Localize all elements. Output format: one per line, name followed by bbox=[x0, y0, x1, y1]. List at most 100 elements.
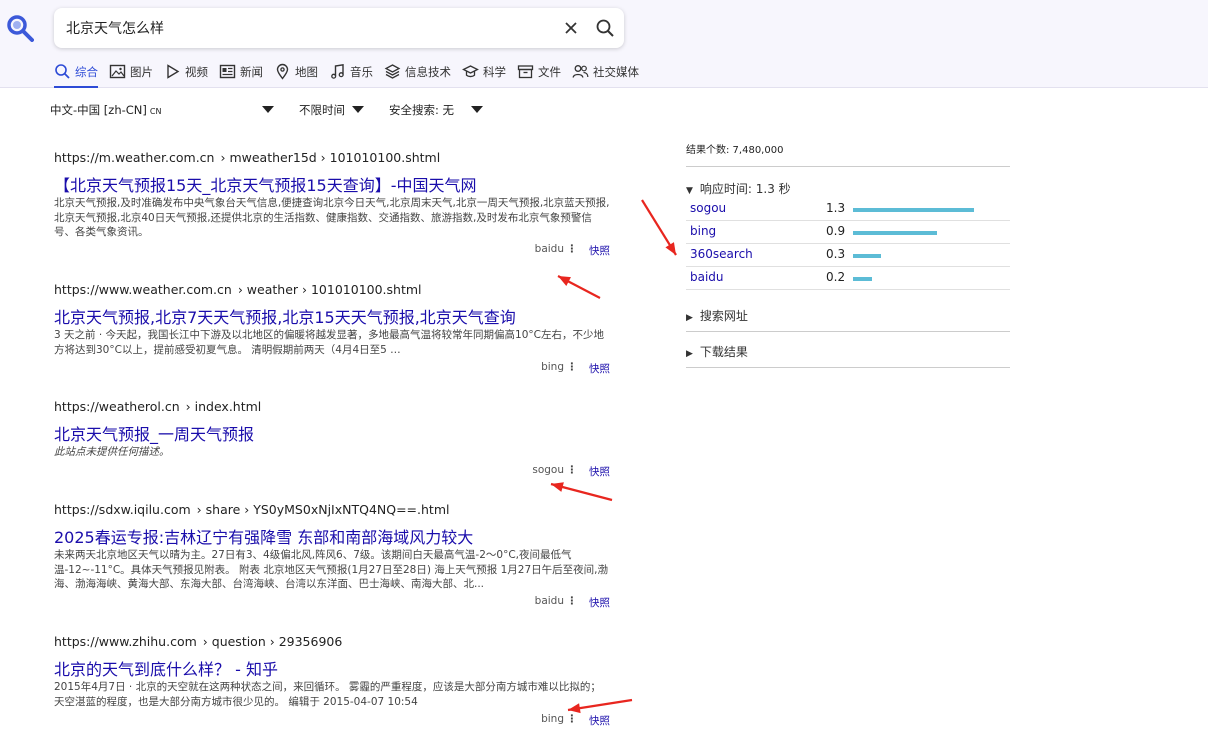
search-icon[interactable] bbox=[595, 18, 615, 38]
engine-times-table: sogou 1.3 bing 0.9 360search 0.3 baidu 0.2 bbox=[686, 198, 1010, 290]
search-result: https://m.weather.com.cn › mweather15d › … bbox=[54, 150, 610, 259]
engine-time-bar bbox=[853, 254, 881, 258]
result-count: 结果个数: 7,480,000 bbox=[686, 138, 1010, 167]
time-label: 不限时间 bbox=[299, 103, 345, 117]
tab-5[interactable]: 地图 bbox=[274, 63, 318, 88]
search-input[interactable] bbox=[66, 8, 546, 48]
result-title-link[interactable]: 北京的天气到底什么样？ - 知乎 bbox=[54, 656, 610, 680]
cached-link[interactable]: 快照 bbox=[589, 243, 610, 258]
image-icon bbox=[109, 64, 126, 79]
result-title-link[interactable]: 【北京天气预报15天_北京天气预报15天查询】-中国天气网 bbox=[54, 172, 610, 196]
layers-icon bbox=[384, 64, 401, 79]
cached-link[interactable]: 快照 bbox=[589, 595, 610, 610]
tab-label: 科学 bbox=[483, 65, 506, 79]
play-icon bbox=[167, 64, 180, 79]
result-engine: bing bbox=[541, 713, 564, 725]
tab-7[interactable]: 信息技术 bbox=[384, 64, 451, 88]
result-url[interactable]: https://www.weather.com.cn › weather › 10… bbox=[54, 282, 610, 300]
tab-label: 综合 bbox=[75, 65, 98, 79]
result-url[interactable]: https://weatherol.cn › index.html bbox=[54, 399, 610, 417]
sidebar: 结果个数: 7,480,000 ▼ 响应时间: 1.3 秒 sogou 1.3 bin… bbox=[686, 138, 1010, 368]
result-url[interactable]: https://sdxw.iqilu.com › share › YS0yMS0x… bbox=[54, 502, 610, 520]
result-host: https://www.zhihu.com bbox=[54, 634, 197, 649]
result-title-link[interactable]: 2025春运专报:吉林辽宁有强降雪 东部和南部海域风力较大 bbox=[54, 524, 610, 548]
tab-9[interactable]: 文件 bbox=[517, 64, 561, 88]
time-chevron-down-icon[interactable] bbox=[352, 106, 364, 113]
result-snippet: 2015年4月7日 · 北京的天空就在这两种状态之间，来回循环。 雾霾的严重程度… bbox=[54, 681, 601, 708]
tab-3[interactable]: 视频 bbox=[164, 64, 208, 88]
people-icon bbox=[572, 65, 589, 78]
search-result: https://sdxw.iqilu.com › share › YS0yMS0x… bbox=[54, 502, 610, 611]
cached-link[interactable]: 快照 bbox=[589, 361, 610, 376]
triangle-down-icon: ▼ bbox=[686, 186, 693, 196]
response-time-label: 响应时间: 1.3 秒 bbox=[699, 182, 791, 196]
result-url[interactable]: https://www.zhihu.com › question › 293569… bbox=[54, 634, 610, 652]
clear-icon[interactable] bbox=[562, 19, 580, 37]
language-label: 中文-中国 [zh-CN] bbox=[50, 103, 147, 117]
more-vertical-icon[interactable]: ⋮ bbox=[567, 464, 578, 476]
engine-row: 360search 0.3 bbox=[686, 244, 1010, 267]
engine-name[interactable]: 360search bbox=[690, 247, 753, 261]
tab-2[interactable]: 图片 bbox=[109, 64, 153, 88]
tab-label: 社交媒体 bbox=[593, 65, 639, 79]
engine-time-bar bbox=[853, 277, 872, 281]
tab-label: 视频 bbox=[185, 65, 208, 79]
result-title-link[interactable]: 北京天气预报,北京7天天气预报,北京15天天气预报,北京天气查询 bbox=[54, 304, 610, 328]
tab-label: 文件 bbox=[538, 65, 561, 79]
safe-search-chevron-down-icon[interactable] bbox=[471, 106, 483, 113]
result-meta: bing ⋮ 快照 bbox=[470, 713, 610, 727]
music-icon bbox=[331, 63, 344, 79]
engine-row: bing 0.9 bbox=[686, 221, 1010, 244]
tab-label: 地图 bbox=[295, 65, 318, 79]
engine-time-bar bbox=[853, 231, 937, 235]
divider bbox=[686, 367, 1010, 368]
result-meta: baidu ⋮ 快照 bbox=[470, 595, 610, 609]
logo-search-icon[interactable] bbox=[6, 14, 34, 42]
result-url[interactable]: https://m.weather.com.cn › mweather15d › … bbox=[54, 150, 610, 168]
search-result: https://www.zhihu.com › question › 293569… bbox=[54, 634, 610, 729]
tab-6[interactable]: 音乐 bbox=[329, 63, 373, 88]
safe-search-select[interactable]: 安全搜索: 无 bbox=[389, 102, 454, 122]
download-toggle[interactable]: ▶ 下载结果 bbox=[686, 343, 1010, 367]
result-host: https://sdxw.iqilu.com bbox=[54, 502, 191, 517]
result-engine: baidu bbox=[534, 595, 564, 607]
result-title-link[interactable]: 北京天气预报_一周天气预报 bbox=[54, 421, 610, 445]
result-snippet: 未来两天北京地区天气以晴为主。27日有3、4级偏北风,阵风6、7级。该期间白天最… bbox=[54, 549, 609, 591]
result-path: › weather › 101010100.shtml bbox=[237, 282, 422, 297]
engine-name[interactable]: baidu bbox=[690, 270, 724, 284]
result-engine: sogou bbox=[532, 464, 564, 476]
tab-8[interactable]: 科学 bbox=[462, 64, 506, 88]
search-url-toggle[interactable]: ▶ 搜索网址 bbox=[686, 307, 1010, 331]
engine-time: 0.9 bbox=[826, 224, 846, 238]
cached-link[interactable]: 快照 bbox=[589, 713, 610, 728]
result-path: › mweather15d › 101010100.shtml bbox=[220, 150, 441, 165]
tab-10[interactable]: 社交媒体 bbox=[572, 64, 639, 88]
result-meta: sogou ⋮ 快照 bbox=[470, 464, 610, 478]
result-snippet: 3 天之前 · 今天起，我国长江中下游及以北地区的偏暖将越发显著，多地最高气温将… bbox=[54, 329, 604, 356]
more-vertical-icon[interactable]: ⋮ bbox=[567, 713, 578, 725]
tab-4[interactable]: 新闻 bbox=[219, 64, 263, 88]
language-select[interactable]: 中文-中国 [zh-CN] CN bbox=[50, 102, 161, 122]
search-result: https://weatherol.cn › index.html 北京天气预报_一… bbox=[54, 399, 610, 480]
download-label: 下载结果 bbox=[699, 345, 748, 359]
more-vertical-icon[interactable]: ⋮ bbox=[567, 243, 578, 255]
cached-link[interactable]: 快照 bbox=[589, 464, 610, 479]
response-time-toggle[interactable]: ▼ 响应时间: 1.3 秒 bbox=[686, 180, 1010, 196]
divider bbox=[686, 331, 1010, 332]
category-tabs: 综合 图片 视频 新闻 地图 音乐 信息技术 科学 文件 社交媒体 bbox=[54, 63, 650, 88]
search-icon bbox=[55, 64, 70, 79]
time-select[interactable]: 不限时间 bbox=[299, 102, 345, 122]
search-box bbox=[54, 8, 624, 48]
result-meta: baidu ⋮ 快照 bbox=[470, 243, 610, 257]
more-vertical-icon[interactable]: ⋮ bbox=[567, 361, 578, 373]
language-chevron-down-icon[interactable] bbox=[262, 106, 274, 113]
engine-name[interactable]: sogou bbox=[690, 201, 726, 215]
language-code: CN bbox=[149, 107, 162, 116]
more-vertical-icon[interactable]: ⋮ bbox=[567, 595, 578, 607]
engine-row: baidu 0.2 bbox=[686, 267, 1010, 290]
tab-1[interactable]: 综合 bbox=[54, 64, 98, 88]
search-result: https://www.weather.com.cn › weather › 10… bbox=[54, 282, 610, 377]
tab-label: 新闻 bbox=[240, 65, 263, 79]
map-pin-icon bbox=[276, 63, 289, 80]
engine-name[interactable]: bing bbox=[690, 224, 716, 238]
